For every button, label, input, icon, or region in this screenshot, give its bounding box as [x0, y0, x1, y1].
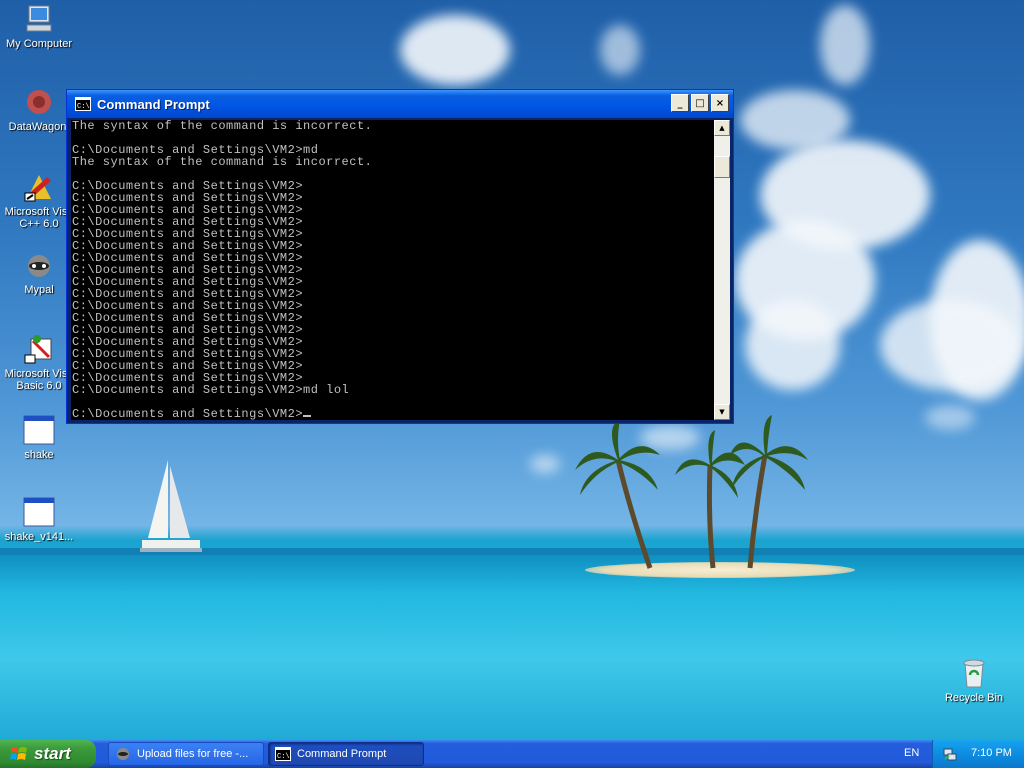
- windows-logo-icon: [10, 747, 27, 760]
- console-line: C:\Documents and Settings\VM2>md lol: [72, 383, 350, 397]
- command-prompt-icon: C:\: [75, 97, 91, 111]
- desktop-icon-label: My Computer: [5, 38, 73, 50]
- command-prompt-icon: C:\: [275, 747, 291, 761]
- title-bar[interactable]: C:\ Command Prompt _ □ ×: [67, 90, 733, 118]
- mypal-icon: [22, 248, 56, 282]
- desktop-icon-recycle-bin[interactable]: Recycle Bin: [935, 656, 1013, 704]
- maximize-button[interactable]: □: [691, 94, 709, 112]
- taskbar-button-label: Upload files for free -...: [137, 748, 249, 760]
- datawagon-icon: [22, 85, 56, 119]
- scroll-down-button[interactable]: ▼: [714, 404, 730, 420]
- desktop-icon-label: shake: [24, 449, 54, 461]
- taskbar: start Upload files for free -... C:\ Com…: [0, 740, 1024, 768]
- start-label: start: [34, 744, 71, 763]
- scroll-up-button[interactable]: ▲: [714, 120, 730, 136]
- visual-cpp-icon: [22, 170, 56, 204]
- console-line: The syntax of the command is incorrect.: [72, 120, 373, 133]
- minimize-button[interactable]: _: [671, 94, 689, 112]
- svg-text:C:\: C:\: [77, 103, 90, 111]
- recycle-bin-icon: [957, 656, 991, 690]
- start-button[interactable]: start: [0, 740, 96, 768]
- close-button[interactable]: ×: [711, 94, 729, 112]
- window-title: Command Prompt: [97, 96, 210, 112]
- sea: [0, 555, 1024, 740]
- sailboat: [140, 460, 202, 552]
- network-icon[interactable]: [943, 747, 957, 761]
- system-tray: 7:10 PM: [932, 740, 1024, 768]
- desktop-icon-label: Recycle Bin: [944, 692, 1004, 704]
- language-indicator[interactable]: EN: [904, 747, 919, 759]
- browser-icon: [117, 748, 129, 760]
- text-cursor: [303, 415, 312, 417]
- vertical-scrollbar[interactable]: ▲ ▼: [714, 120, 730, 420]
- application-window-icon: [22, 413, 56, 447]
- taskbar-button-label: Command Prompt: [297, 748, 387, 760]
- taskbar-button-browser[interactable]: Upload files for free -...: [108, 742, 264, 766]
- application-window-icon: [22, 495, 56, 529]
- taskbar-button-command-prompt[interactable]: C:\ Command Prompt: [268, 742, 424, 766]
- palm-trees: [575, 415, 808, 569]
- console-prompt: C:\Documents and Settings\VM2>: [72, 407, 304, 420]
- console-text: The syntax of the command is incorrect. …: [71, 120, 714, 420]
- scroll-thumb[interactable]: [714, 156, 730, 178]
- svg-text:C:\: C:\: [277, 753, 290, 761]
- console-output[interactable]: The syntax of the command is incorrect. …: [71, 120, 714, 420]
- command-prompt-window[interactable]: C:\ Command Prompt _ □ × The syntax of t…: [66, 89, 734, 424]
- desktop-icon-my-computer[interactable]: My Computer: [0, 2, 78, 50]
- desktop-icon-label: shake_v141...: [4, 531, 74, 543]
- visual-basic-icon: [22, 332, 56, 366]
- console-line: The syntax of the command is incorrect.: [72, 155, 373, 169]
- clock: 7:10 PM: [971, 747, 1012, 759]
- desktop-icon-shake-v141[interactable]: shake_v141...: [0, 495, 78, 543]
- my-computer-icon: [22, 2, 56, 36]
